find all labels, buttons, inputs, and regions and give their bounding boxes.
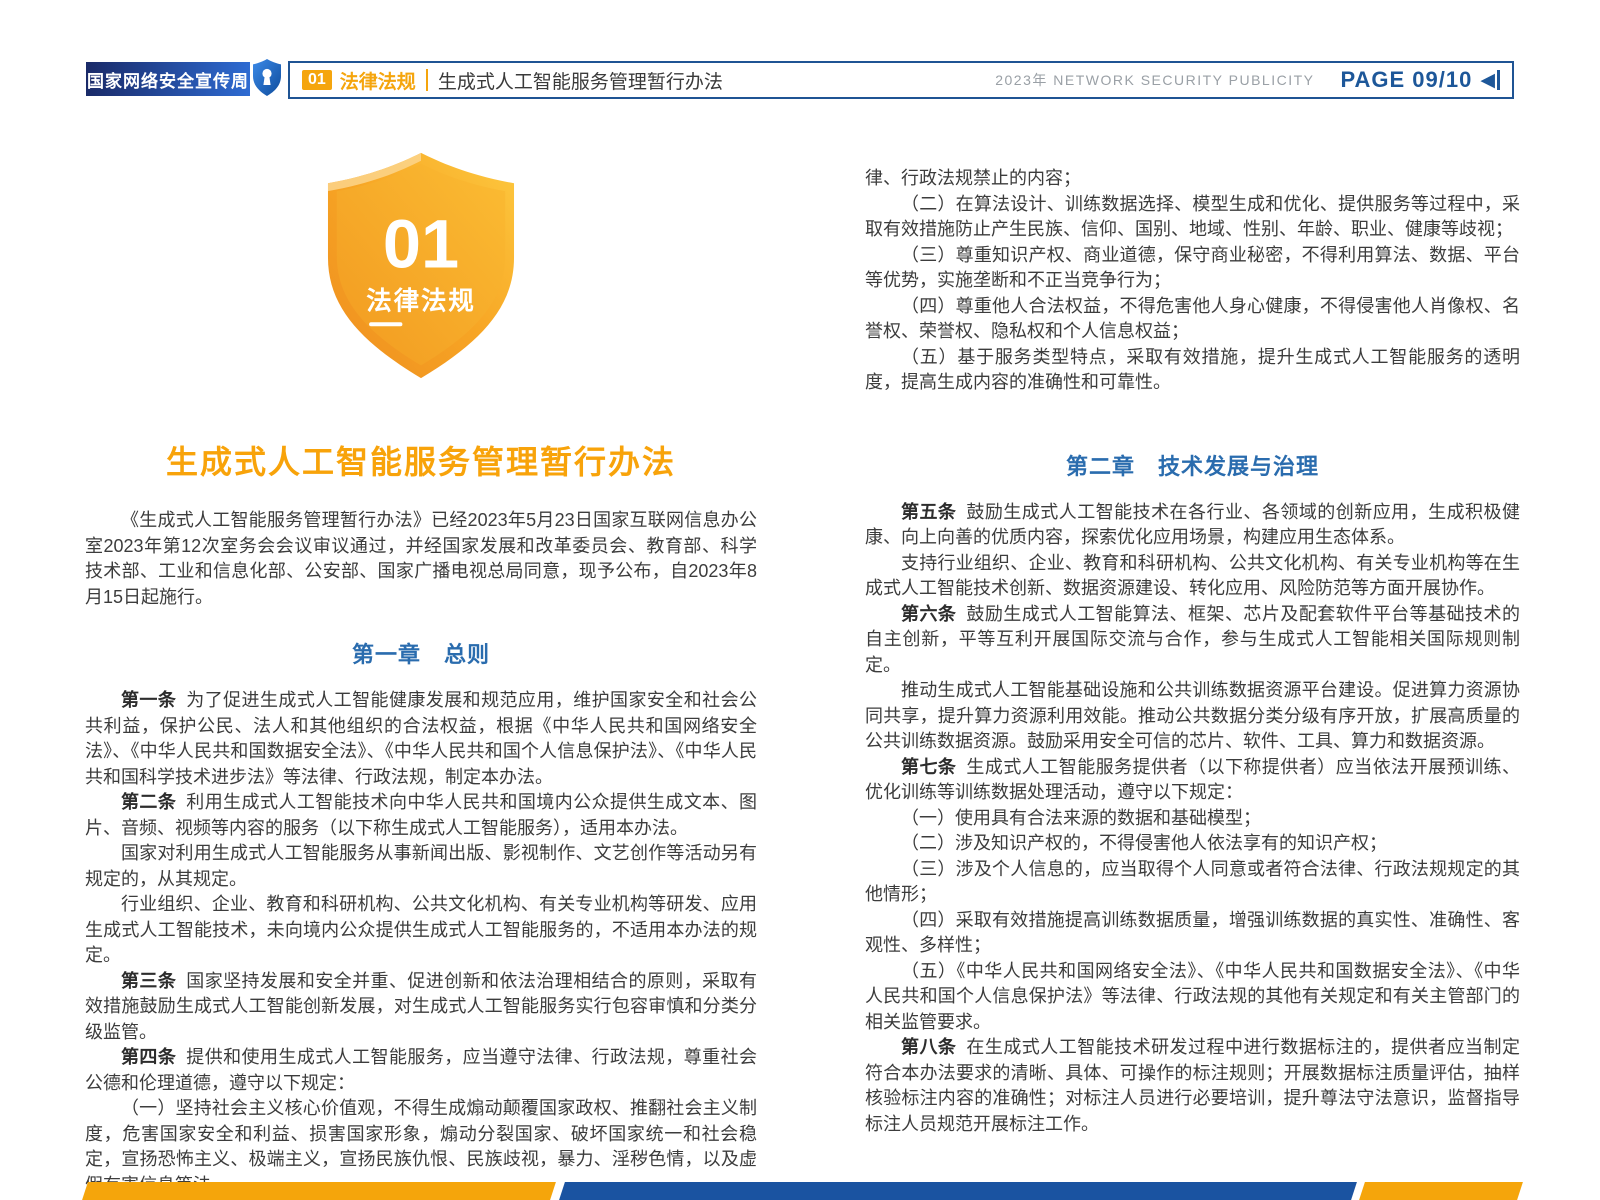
footer-bar-orange-right (1359, 1182, 1523, 1200)
paragraph: 第七条生成式人工智能服务提供者（以下称提供者）应当依法开展预训练、优化训练等训练… (865, 755, 1520, 806)
paragraph: 第一条为了促进生成式人工智能健康发展和规范应用，维护国家安全和社会公共利益，保护… (85, 688, 757, 790)
document-title: 生成式人工智能服务管理暂行办法 (85, 442, 757, 482)
article-number: 第五条 (901, 502, 956, 522)
prev-page-icon: ◀ (1480, 69, 1495, 92)
article-number: 第三条 (121, 971, 176, 991)
right-column-text: 律、行政法规禁止的内容；（二）在算法设计、训练数据选择、模型生成和优化、提供服务… (865, 166, 1520, 1137)
article-number: 第八条 (901, 1037, 956, 1057)
chapter-heading: 第二章 技术发展与治理 (865, 452, 1520, 482)
paragraph: 行业组织、企业、教育和科研机构、公共文化机构、有关专业机构等研发、应用生成式人工… (85, 892, 757, 969)
section-chip-label: 法律法规 (340, 67, 416, 94)
document-page: 国家网络安全宣传周 01 法律法规 生成式人工智能服务管理暂行办法 2023年 … (0, 0, 1600, 1200)
paragraph: （五）基于服务类型特点，采取有效措施，提升生成式人工智能服务的透明度，提高生成内… (865, 345, 1520, 396)
header-meta: 2023年 NETWORK SECURITY PUBLICITY (995, 70, 1314, 90)
paragraph: （一）使用具有合法来源的数据和基础模型； (865, 806, 1520, 832)
paragraph: （三）涉及个人信息的，应当取得个人同意或者符合法律、行政法规规定的其他情形； (865, 857, 1520, 908)
paragraph: 第五条鼓励生成式人工智能技术在各行业、各领域的创新应用，生成积极健康、向上向善的… (865, 500, 1520, 551)
paragraph: （四）尊重他人合法权益，不得危害他人身心健康，不得侵害他人肖像权、名誉权、荣誉权… (865, 294, 1520, 345)
left-column-text: 《生成式人工智能服务管理暂行办法》已经2023年5月23日国家互联网信息办公室2… (85, 508, 757, 1198)
section-number-chip: 01 (302, 70, 332, 90)
paragraph: （三）尊重知识产权、商业道德，保守商业秘密，不得利用算法、数据、平台等优势，实施… (865, 243, 1520, 294)
brand-badge: 国家网络安全宣传周 (86, 62, 250, 96)
paragraph: 支持行业组织、企业、教育和科研机构、公共文化机构、有关专业机构等在生成式人工智能… (865, 551, 1520, 602)
nav-bar-glyph (1497, 70, 1500, 90)
paragraph: （五）《中华人民共和国网络安全法》、《中华人民共和国数据安全法》、《中华人民共和… (865, 959, 1520, 1036)
footer-bar-orange-left (82, 1182, 556, 1200)
paragraph: 国家对利用生成式人工智能服务从事新闻出版、影视制作、文艺创作等活动另有规定的，从… (85, 841, 757, 892)
shield-badge-icon: 01 法律法规 (323, 148, 519, 383)
article-number: 第二条 (121, 792, 176, 812)
paragraph: 第三条国家坚持发展和安全并重、促进创新和依法治理相结合的原则，采取有效措施鼓励生… (85, 969, 757, 1046)
article-number: 第四条 (121, 1047, 176, 1067)
paragraph: （四）采取有效措施提高训练数据质量，增强训练数据的真实性、准确性、客观性、多样性… (865, 908, 1520, 959)
article-number: 第六条 (901, 604, 956, 624)
badge-label: 法律法规 (366, 288, 476, 316)
left-column: 01 法律法规 生成式人工智能服务管理暂行办法 《生成式人工智能服务管理暂行办法… (85, 130, 757, 1198)
header-title-box: 01 法律法规 生成式人工智能服务管理暂行办法 2023年 NETWORK SE… (288, 61, 1514, 99)
header-doc-title: 生成式人工智能服务管理暂行办法 (438, 67, 723, 94)
lock-shield-icon (252, 58, 282, 98)
paragraph: 第四条提供和使用生成式人工智能服务，应当遵守法律、行政法规，尊重社会公德和伦理道… (85, 1045, 757, 1096)
chapter-heading: 第一章 总则 (85, 640, 757, 670)
section-badge: 01 法律法规 (85, 130, 757, 388)
brand-label: 国家网络安全宣传周 (87, 67, 249, 92)
paragraph: 律、行政法规禁止的内容； (865, 166, 1520, 192)
paragraph: （二）在算法设计、训练数据选择、模型生成和优化、提供服务等过程中，采取有效措施防… (865, 192, 1520, 243)
badge-number: 01 (383, 205, 459, 282)
article-number: 第七条 (901, 757, 956, 777)
footer-bar-blue (559, 1182, 1357, 1200)
page-number: PAGE 09/10 (1340, 67, 1472, 93)
paragraph: （二）涉及知识产权的，不得侵害他人依法享有的知识产权； (865, 831, 1520, 857)
badge-underline (369, 322, 402, 326)
header-divider (426, 69, 428, 91)
paragraph: 推动生成式人工智能基础设施和公共训练数据资源平台建设。促进算力资源协同共享，提升… (865, 678, 1520, 755)
paragraph: 《生成式人工智能服务管理暂行办法》已经2023年5月23日国家互联网信息办公室2… (85, 508, 757, 610)
paragraph: 第八条在生成式人工智能技术研发过程中进行数据标注的，提供者应当制定符合本办法要求… (865, 1035, 1520, 1137)
paragraph: 第六条鼓励生成式人工智能算法、框架、芯片及配套软件平台等基础技术的自主创新，平等… (865, 602, 1520, 679)
article-number: 第一条 (121, 690, 176, 710)
right-column: 律、行政法规禁止的内容；（二）在算法设计、训练数据选择、模型生成和优化、提供服务… (865, 140, 1520, 1137)
paragraph: 第二条利用生成式人工智能技术向中华人民共和国境内公众提供生成文本、图片、音频、视… (85, 790, 757, 841)
